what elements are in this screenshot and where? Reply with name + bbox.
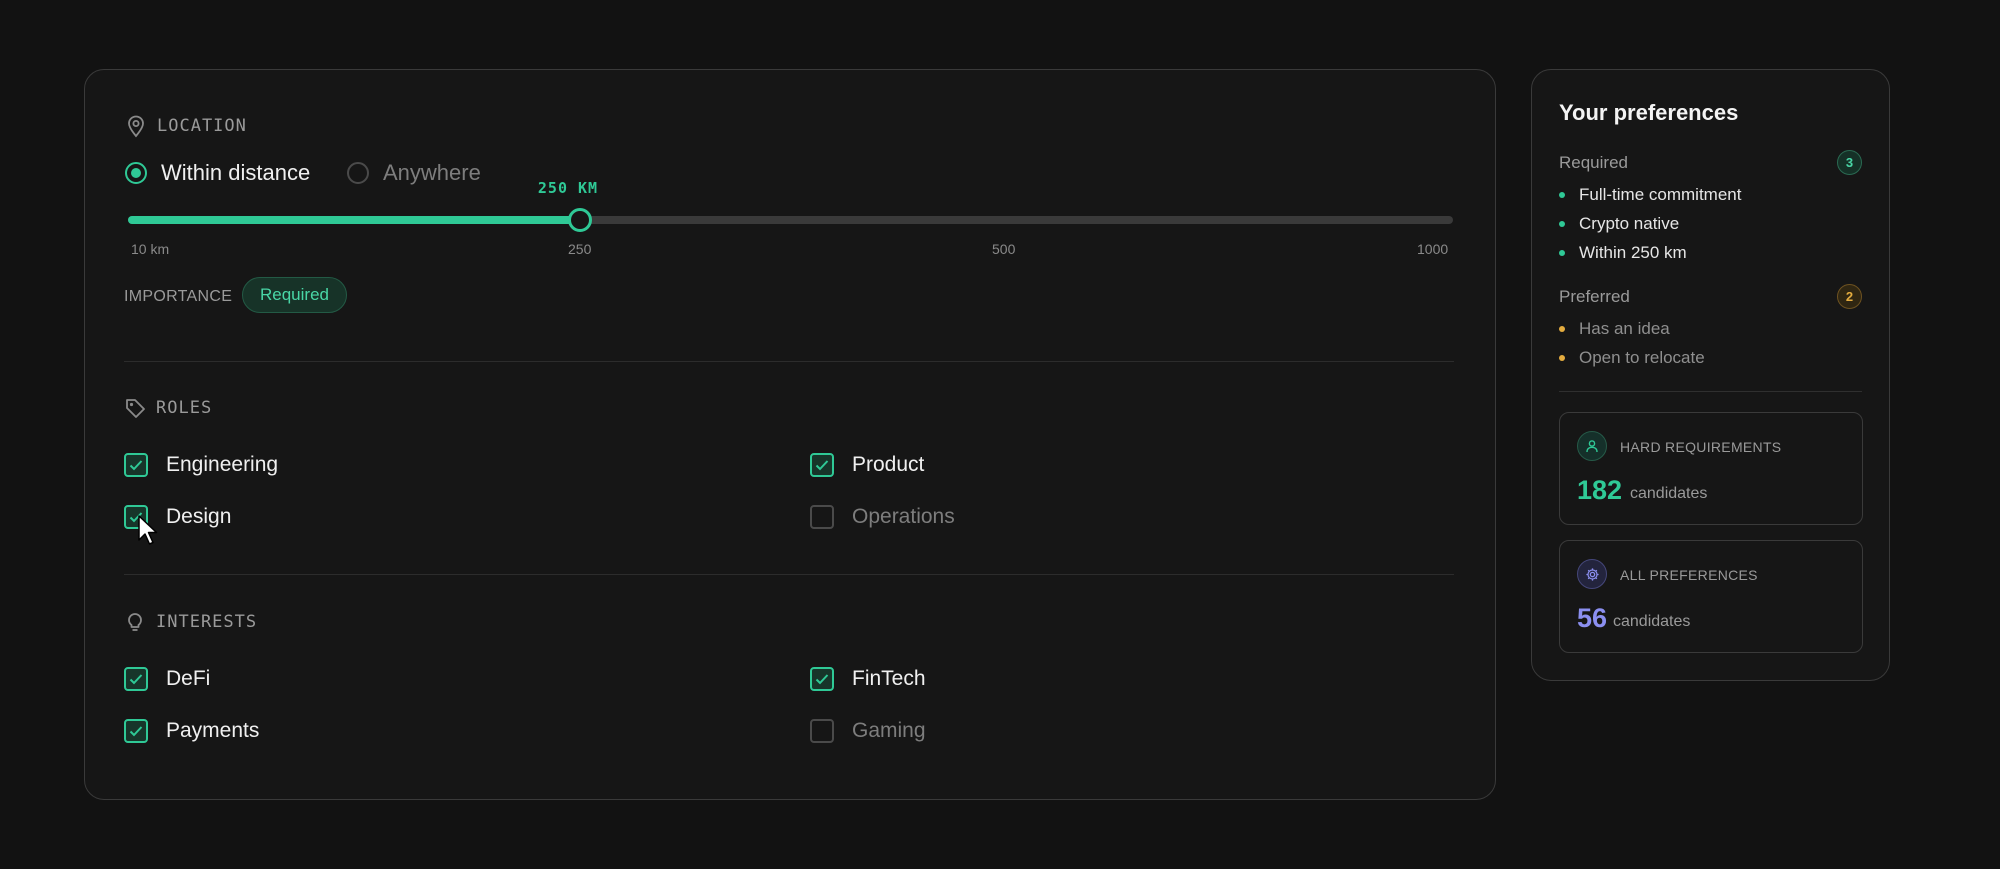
checkbox-box: [810, 667, 834, 691]
radio-label: Within distance: [161, 160, 311, 185]
checkbox-box: [124, 667, 148, 691]
checkmark-icon: [129, 460, 143, 471]
roles-heading: ROLES: [124, 397, 212, 419]
required-item: Crypto native: [1559, 214, 1679, 234]
checkbox-label: DeFi: [166, 667, 211, 690]
preferred-item: Has an idea: [1559, 319, 1670, 339]
hard-requirements-card: HARD REQUIREMENTS 182 candidates: [1559, 412, 1863, 525]
distance-slider-thumb[interactable]: [568, 208, 592, 232]
hard-requirements-unit: candidates: [1630, 485, 1708, 502]
checkbox-operations[interactable]: Operations: [810, 505, 955, 529]
interests-heading-text: INTERESTS: [156, 612, 258, 632]
checkmark-icon: [129, 726, 143, 737]
hard-requirements-label: HARD REQUIREMENTS: [1620, 439, 1782, 455]
map-pin-icon: [128, 115, 144, 138]
required-count-badge: 3: [1837, 150, 1862, 175]
checkbox-product[interactable]: Product: [810, 453, 924, 477]
user-icon: [1577, 431, 1607, 461]
roles-heading-text: ROLES: [156, 398, 213, 418]
checkmark-icon: [129, 674, 143, 685]
radio-indicator: [347, 162, 369, 184]
filters-panel: LOCATION Within distance Anywhere: [84, 69, 1496, 800]
checkbox-label: Design: [166, 505, 232, 528]
checkbox-box: [810, 505, 834, 529]
checkbox-label: Product: [852, 453, 925, 476]
interests-heading: INTERESTS: [124, 611, 257, 633]
slider-tick-250: 250: [568, 241, 592, 257]
section-divider: [124, 361, 1454, 362]
radio-indicator-selected: [125, 162, 147, 184]
checkbox-engineering[interactable]: Engineering: [124, 453, 278, 477]
distance-slider[interactable]: [128, 208, 1453, 232]
gear-icon: [1577, 559, 1607, 589]
checkbox-payments[interactable]: Payments: [124, 719, 259, 743]
slider-tick-min: 10 km: [131, 241, 170, 257]
section-divider: [124, 574, 1454, 575]
summary-title: Your preferences: [1559, 100, 1739, 125]
importance-required-pill[interactable]: Required: [242, 277, 347, 313]
all-preferences-count: 56: [1577, 603, 1608, 633]
tag-icon: [126, 399, 145, 418]
checkbox-box: [124, 719, 148, 743]
checkbox-defi[interactable]: DeFi: [124, 667, 210, 691]
checkbox-label: FinTech: [852, 667, 926, 690]
slider-tick-500: 500: [992, 241, 1016, 257]
checkbox-label: Payments: [166, 719, 260, 742]
checkbox-gaming[interactable]: Gaming: [810, 719, 926, 743]
all-preferences-card: ALL PREFERENCES 56 candidates: [1559, 540, 1863, 653]
all-preferences-unit: candidates: [1613, 613, 1691, 630]
checkbox-box: [810, 719, 834, 743]
location-heading: LOCATION: [125, 114, 247, 138]
checkbox-label: Engineering: [166, 453, 279, 476]
checkbox-box: [810, 453, 834, 477]
required-group-label: Required: [1559, 153, 1628, 172]
required-item: Within 250 km: [1559, 243, 1687, 263]
slider-tick-max: 1000: [1417, 241, 1449, 257]
hard-requirements-count: 182: [1577, 475, 1623, 505]
checkbox-box: [124, 453, 148, 477]
preferred-count-badge: 2: [1837, 284, 1862, 309]
preferences-summary-panel: Your preferences Required 3 Full-time co…: [1531, 69, 1890, 681]
mouse-cursor-icon: [138, 515, 158, 545]
distance-value-label: 250 KM: [537, 179, 599, 197]
radio-label: Anywhere: [383, 160, 481, 185]
checkmark-icon: [815, 674, 829, 685]
radio-within-distance[interactable]: Within distance: [125, 160, 310, 186]
preferred-item: Open to relocate: [1559, 348, 1705, 368]
location-heading-text: LOCATION: [157, 116, 247, 136]
summary-divider: [1559, 391, 1862, 392]
lightbulb-icon: [128, 613, 142, 631]
checkbox-label: Operations: [852, 505, 955, 528]
all-preferences-label: ALL PREFERENCES: [1620, 567, 1758, 583]
checkmark-icon: [815, 460, 829, 471]
preferred-group-label: Preferred: [1559, 287, 1630, 306]
importance-label: IMPORTANCE: [124, 288, 233, 305]
radio-anywhere[interactable]: Anywhere: [347, 160, 481, 186]
required-item: Full-time commitment: [1559, 185, 1741, 205]
distance-slider-fill: [128, 216, 580, 224]
checkbox-fintech[interactable]: FinTech: [810, 667, 926, 691]
checkbox-label: Gaming: [852, 719, 926, 742]
